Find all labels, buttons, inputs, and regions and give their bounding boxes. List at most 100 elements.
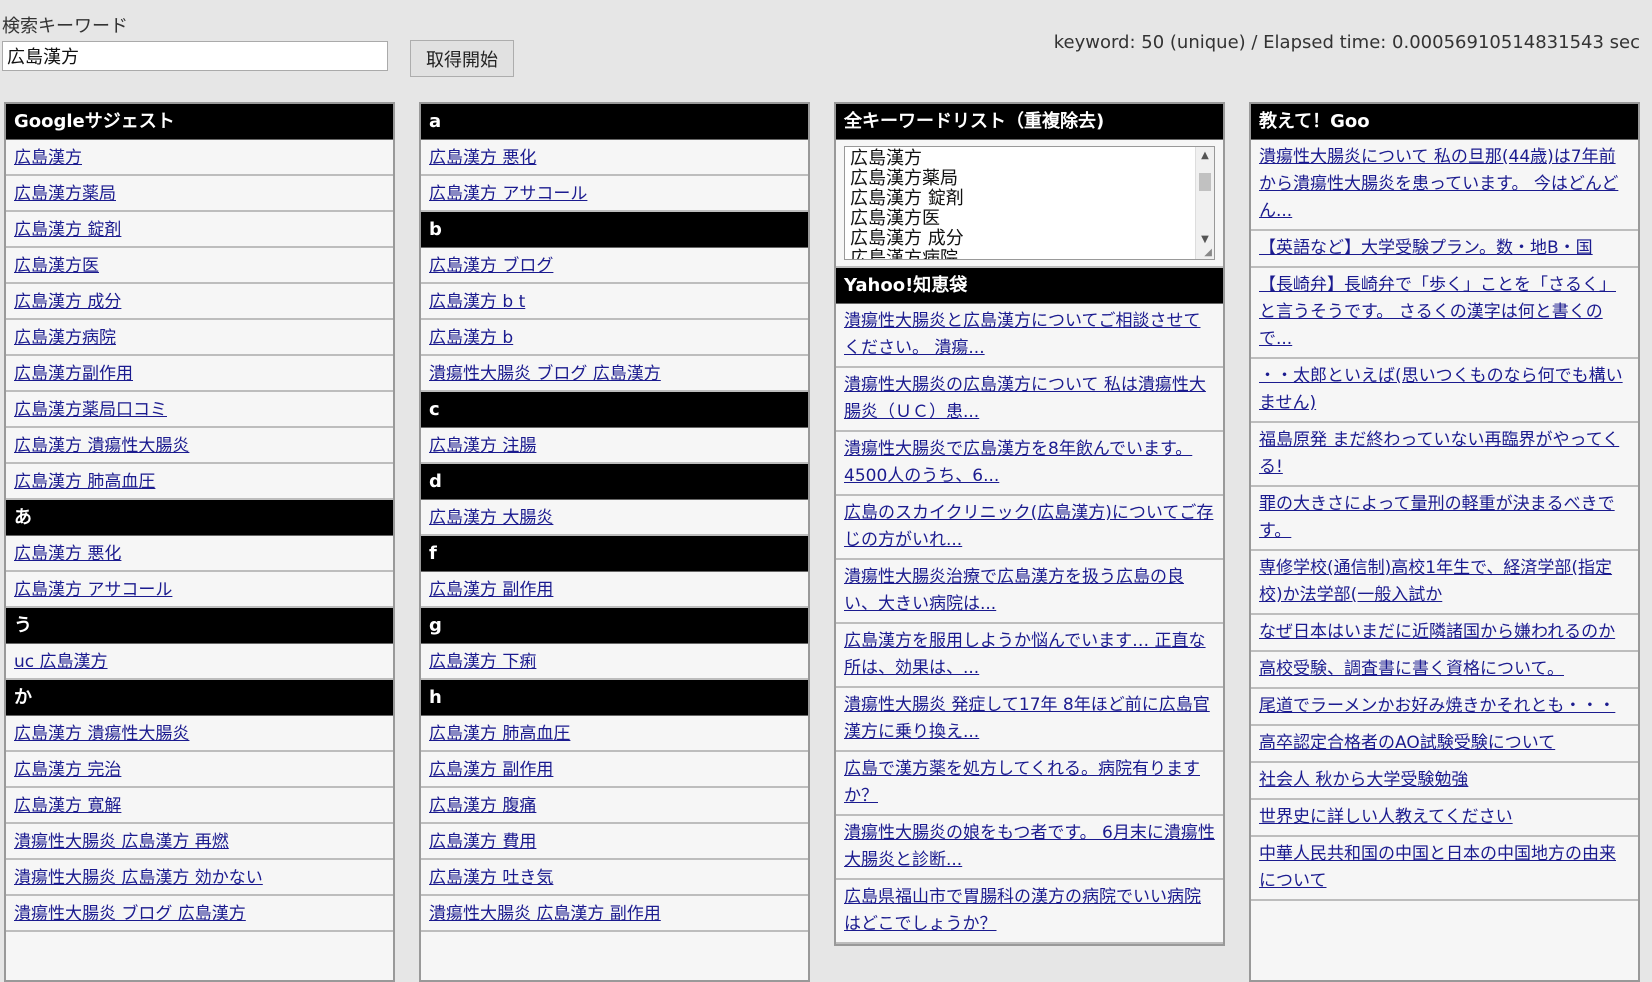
- suggest-item: 広島漢方薬局: [6, 176, 393, 212]
- goo-question-link[interactable]: 中華人民共和国の中国と日本の中国地方の由来について: [1259, 844, 1616, 891]
- suggest-link[interactable]: 広島漢方 b: [429, 328, 513, 348]
- suggest-link[interactable]: 広島漢方 錠剤: [14, 220, 121, 240]
- suggest-link[interactable]: 潰瘍性大腸炎 広島漢方 再燃: [14, 832, 229, 852]
- goo-question-item: 【長崎弁】長崎弁で「歩く」ことを「さるく」と言うそうです。 さるくの漢字は何と書…: [1251, 268, 1638, 359]
- goo-question-link[interactable]: 【長崎弁】長崎弁で「歩く」ことを「さるく」と言うそうです。 さるくの漢字は何と書…: [1259, 275, 1616, 349]
- suggest-link[interactable]: 広島漢方 肺高血圧: [14, 472, 155, 492]
- suggest-link[interactable]: 広島漢方 吐き気: [429, 868, 553, 888]
- suggest-link[interactable]: 広島漢方薬局口コミ: [14, 400, 167, 420]
- suggest-item: 広島漢方 成分: [6, 284, 393, 320]
- suggest-link[interactable]: 広島漢方 副作用: [429, 580, 553, 600]
- suggest-link[interactable]: uc 広島漢方: [14, 652, 108, 672]
- suggest-link[interactable]: 広島漢方 肺高血圧: [429, 724, 570, 744]
- suggest-item: 広島漢方 吐き気: [421, 860, 808, 896]
- section-header: う: [6, 608, 393, 644]
- yahoo-question-link[interactable]: 広島県福山市で胃腸科の漢方の病院でいい病院はどこでしょうか？: [844, 887, 1201, 934]
- suggest-item: 広島漢方 錠剤: [6, 212, 393, 248]
- suggest-item: 潰瘍性大腸炎 ブログ 広島漢方: [421, 356, 808, 392]
- goo-question-item: 福島原発 まだ終わっていない再臨界がやってくる!: [1251, 423, 1638, 487]
- yahoo-question-link[interactable]: 広島のスカイクリニック(広島漢方)についてご存じの方がいれ...: [844, 503, 1213, 550]
- suggest-link[interactable]: 広島漢方 潰瘍性大腸炎: [14, 724, 189, 744]
- suggest-link[interactable]: 広島漢方 成分: [14, 292, 121, 312]
- goo-question-link[interactable]: 尾道でラーメンかお好み焼きかそれとも・・・: [1259, 696, 1615, 716]
- yahoo-question-link[interactable]: 潰瘍性大腸炎の娘をもつ者です。 6月末に潰瘍性大腸炎と診断...: [844, 823, 1215, 870]
- suggest-link[interactable]: 広島漢方病院: [14, 328, 116, 348]
- suggest-link[interactable]: 広島漢方 大腸炎: [429, 508, 553, 528]
- suggest-link[interactable]: 広島漢方 ブログ: [429, 256, 553, 276]
- yahoo-question-link[interactable]: 潰瘍性大腸炎治療で広島漢方を扱う広島の良い、大きい病院は...: [844, 567, 1184, 614]
- goo-question-link[interactable]: 潰瘍性大腸炎について 私の旦那(44歳)は7年前から潰瘍性大腸炎を患っています。…: [1259, 147, 1618, 221]
- keyword-input[interactable]: [2, 41, 388, 71]
- suggest-link[interactable]: 広島漢方副作用: [14, 364, 133, 384]
- suggest-link[interactable]: 潰瘍性大腸炎 広島漢方 副作用: [429, 904, 661, 924]
- suggest-link[interactable]: 広島漢方医: [14, 256, 99, 276]
- yahoo-question-link[interactable]: 広島漢方を服用しようか悩んでいます… 正直な所は、効果は、...: [844, 631, 1206, 678]
- scroll-up-icon[interactable]: ▲: [1196, 147, 1214, 165]
- goo-question-item: 【英語など】大学受験プラン。数・地B・国: [1251, 231, 1638, 268]
- yahoo-title: Yahoo!知恵袋: [836, 268, 1223, 304]
- goo-question-link[interactable]: 社会人 秋から大学受験勉強: [1259, 770, 1468, 790]
- yahoo-question-link[interactable]: 潰瘍性大腸炎と広島漢方についてご相談させてください。 潰瘍...: [844, 311, 1201, 358]
- suggest-item: 広島漢方 注腸: [421, 428, 808, 464]
- suggest-link[interactable]: 広島漢方: [14, 148, 82, 168]
- keyword-line: 広島漢方薬局: [850, 168, 958, 189]
- suggest-link[interactable]: 潰瘍性大腸炎 広島漢方 効かない: [14, 868, 263, 888]
- suggest-link[interactable]: 広島漢方 完治: [14, 760, 121, 780]
- suggest-item: 広島漢方 副作用: [421, 752, 808, 788]
- yahoo-question-link[interactable]: 潰瘍性大腸炎で広島漢方を8年飲んでいます。4500人のうち、6...: [844, 439, 1192, 486]
- suggest-link[interactable]: 広島漢方 悪化: [429, 148, 536, 168]
- yahoo-question-link[interactable]: 潰瘍性大腸炎の広島漢方について 私は潰瘍性大腸炎（ＵＣ）患...: [844, 375, 1206, 422]
- resize-handle-icon[interactable]: ◢: [1204, 247, 1212, 258]
- suggest-link[interactable]: 広島漢方 アサコール: [14, 580, 172, 600]
- suggest-link[interactable]: 広島漢方 注腸: [429, 436, 536, 456]
- goo-question-link[interactable]: 福島原発 まだ終わっていない再臨界がやってくる!: [1259, 430, 1619, 477]
- google-suggest-panel: Googleサジェスト 広島漢方広島漢方薬局 広島漢方 錠剤 広島漢方医広島漢方 成…: [4, 102, 395, 982]
- suggest-item: 広島漢方 悪化: [421, 140, 808, 176]
- goo-title: 教えて！Goo: [1251, 104, 1638, 140]
- suggest-link[interactable]: 広島漢方 副作用: [429, 760, 553, 780]
- suggest-item: 広島漢方 寛解: [6, 788, 393, 824]
- yahoo-question-link[interactable]: 潰瘍性大腸炎 発症して17年 8年ほど前に広島官漢方に乗り換え...: [844, 695, 1210, 742]
- google-suggest-title: Googleサジェスト: [6, 104, 393, 140]
- yahoo-question-item: 広島漢方を服用しようか悩んでいます… 正直な所は、効果は、...: [836, 624, 1223, 688]
- goo-question-link[interactable]: 世界史に詳しい人教えてください: [1259, 807, 1513, 827]
- goo-question-link[interactable]: 専修学校(通信制)高校1年生で、経済学部(指定校)か法学部(一般入試か: [1259, 558, 1612, 605]
- goo-question-item: 社会人 秋から大学受験勉強: [1251, 763, 1638, 800]
- all-keywords-panel: 全キーワードリスト（重複除去) 広島漢方 広島漢方薬局 広島漢方 錠剤 広島漢方医 広島…: [834, 102, 1225, 946]
- section-header: d: [421, 464, 808, 500]
- suggest-link[interactable]: 広島漢方 潰瘍性大腸炎: [14, 436, 189, 456]
- scroll-thumb[interactable]: [1199, 173, 1211, 191]
- suggest-link[interactable]: 広島漢方 b t: [429, 292, 525, 312]
- yahoo-question-link[interactable]: 広島で漢方薬を処方してくれる。病院有りますか？: [844, 759, 1200, 806]
- suggest-item: 広島漢方 アサコール: [6, 572, 393, 608]
- goo-question-link[interactable]: 高校受験、調査書に書く資格について。: [1259, 659, 1564, 679]
- suggest-link[interactable]: 潰瘍性大腸炎 ブログ 広島漢方: [429, 364, 661, 384]
- suggest-link[interactable]: 広島漢方 悪化: [14, 544, 121, 564]
- suggest-link[interactable]: 広島漢方 下痢: [429, 652, 536, 672]
- goo-question-link[interactable]: なぜ日本はいまだに近隣諸国から嫌われるのか: [1259, 622, 1615, 642]
- alphabet-suggest-list: a 広島漢方 悪化 広島漢方 アサコール b 広島漢方 ブログ 広島漢方 b t 広島漢方 …: [421, 104, 808, 932]
- goo-question-link[interactable]: 【英語など】大学受験プラン。数・地B・国: [1259, 238, 1593, 258]
- yahoo-list: 潰瘍性大腸炎と広島漢方についてご相談させてください。 潰瘍... 潰瘍性大腸炎の広…: [836, 304, 1223, 944]
- all-keywords-textarea[interactable]: 広島漢方 広島漢方薬局 広島漢方 錠剤 広島漢方医 広島漢方 成分 広島漢方病院 ▲ ▼ …: [844, 146, 1215, 260]
- suggest-link[interactable]: 広島漢方薬局: [14, 184, 116, 204]
- suggest-item: 潰瘍性大腸炎 広島漢方 効かない: [6, 860, 393, 896]
- suggest-link[interactable]: 広島漢方 費用: [429, 832, 536, 852]
- suggest-link[interactable]: 広島漢方 腹痛: [429, 796, 536, 816]
- yahoo-question-item: 潰瘍性大腸炎の娘をもつ者です。 6月末に潰瘍性大腸炎と診断...: [836, 816, 1223, 880]
- suggest-item: 広島漢方 大腸炎: [421, 500, 808, 536]
- suggest-link[interactable]: 広島漢方 寛解: [14, 796, 121, 816]
- start-button[interactable]: 取得開始: [410, 40, 514, 77]
- goo-question-link[interactable]: 高卒認定合格者のAO試験受験について: [1259, 733, 1555, 753]
- goo-question-link[interactable]: 罪の大きさによって量刑の軽重が決まるべきです。: [1259, 494, 1615, 541]
- goo-question-item: 世界史に詳しい人教えてください: [1251, 800, 1638, 837]
- suggest-link[interactable]: 広島漢方 アサコール: [429, 184, 587, 204]
- all-keywords-box-wrap: 広島漢方 広島漢方薬局 広島漢方 錠剤 広島漢方医 広島漢方 成分 広島漢方病院 ▲ ▼ …: [836, 140, 1223, 268]
- suggest-link[interactable]: 潰瘍性大腸炎 ブログ 広島漢方: [14, 904, 246, 924]
- goo-question-link[interactable]: ・・太郎といえば(思いつくものなら何でも構いません): [1259, 366, 1623, 413]
- goo-question-item: 中華人民共和国の中国と日本の中国地方の由来について: [1251, 837, 1638, 901]
- section-header: c: [421, 392, 808, 428]
- suggest-item: 広島漢方副作用: [6, 356, 393, 392]
- textarea-scrollbar[interactable]: ▲ ▼: [1195, 147, 1214, 259]
- yahoo-question-item: 潰瘍性大腸炎治療で広島漢方を扱う広島の良い、大きい病院は...: [836, 560, 1223, 624]
